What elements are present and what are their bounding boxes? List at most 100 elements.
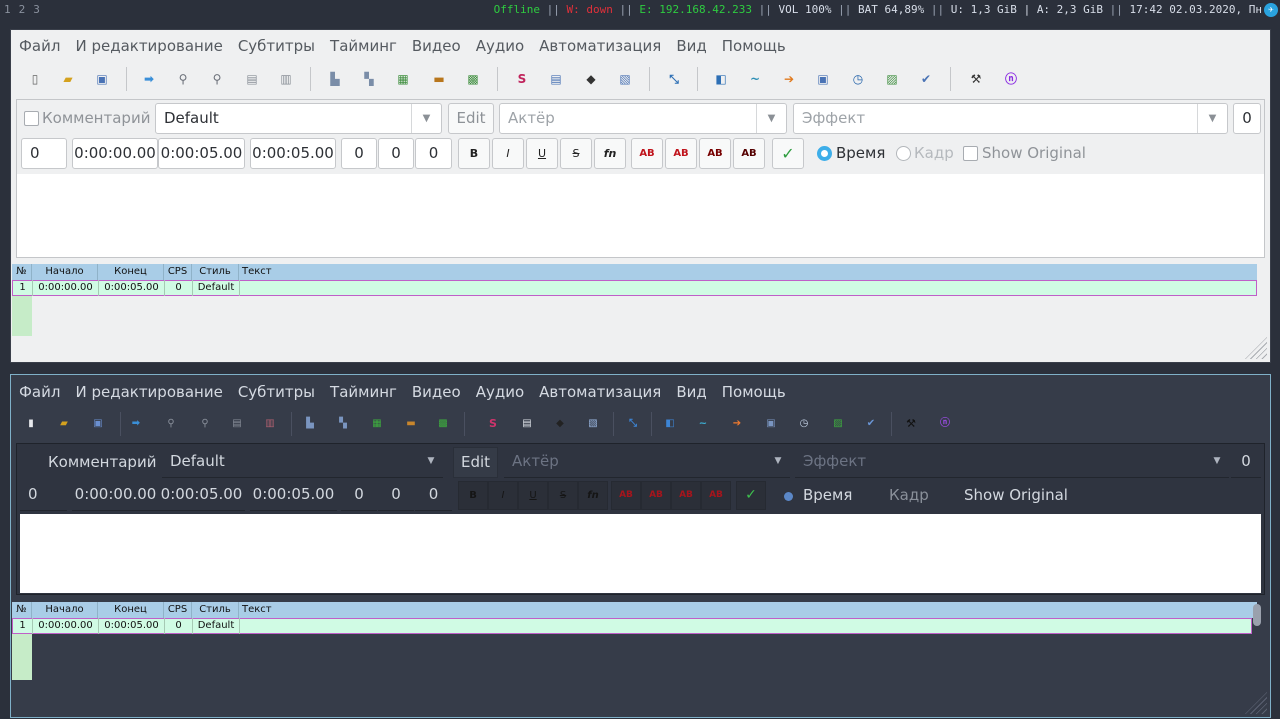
workspace-2[interactable]: 2 (19, 3, 26, 16)
shadow-color-button[interactable]: AB (733, 138, 765, 169)
edit-style-button[interactable]: Edit (448, 103, 494, 134)
translation-icon[interactable]: ▣ (813, 69, 833, 89)
menu-video[interactable]: Видео (412, 30, 461, 62)
actor-field[interactable]: Актёр ▼ (504, 447, 790, 478)
replace-icon[interactable]: ⚲ (207, 69, 227, 89)
timing-post-icon[interactable]: ~ (693, 414, 713, 434)
tag-icon[interactable]: ◆ (581, 69, 601, 89)
menu-help[interactable]: Помощь (722, 376, 786, 408)
automation-icon[interactable]: ✔ (916, 69, 936, 89)
options-icon[interactable]: ⚒ (901, 414, 921, 434)
margin-left-field[interactable]: 0 (341, 480, 377, 511)
workspace-1[interactable]: 1 (4, 3, 11, 16)
find-icon[interactable]: ⚲ (173, 69, 193, 89)
styling-assistant-icon[interactable]: ▨ (882, 69, 902, 89)
bold-button[interactable]: B (458, 138, 490, 169)
select-icon[interactable]: ▧ (583, 414, 603, 434)
find-icon[interactable]: ⚲ (161, 414, 181, 434)
menu-help[interactable]: Помощь (722, 30, 786, 62)
edit-style-button[interactable]: Edit (453, 447, 498, 478)
save-icon[interactable]: ▣ (92, 69, 112, 89)
open-folder-icon[interactable]: ▰ (58, 69, 78, 89)
table-row[interactable]: 1 0:00:00.00 0:00:05.00 0 Default (12, 618, 1252, 634)
actor-field[interactable]: Актёр ▼ (499, 103, 787, 134)
margin-right-field[interactable]: 0 (378, 138, 414, 169)
replace-icon[interactable]: ⚲ (195, 414, 215, 434)
duration-field[interactable]: 0:00:05.00 (250, 480, 337, 511)
menu-edit[interactable]: И редактирование (75, 30, 222, 62)
subtitle-text-area[interactable] (20, 514, 1261, 593)
subtitle-grid[interactable]: № Начало Конец CPS Стиль Текст 1 0:00:00… (12, 264, 1257, 336)
properties-icon[interactable]: ▤ (517, 414, 537, 434)
menu-file[interactable]: Файл (19, 30, 60, 62)
lua-icon[interactable]: ⓝ (935, 414, 955, 434)
start-time-field[interactable]: 0:00:00.00 (72, 480, 159, 511)
properties-icon[interactable]: ▤ (546, 69, 566, 89)
translation-icon[interactable]: ▣ (761, 414, 781, 434)
strikeout-button[interactable]: S (560, 138, 592, 169)
copy-icon[interactable]: ▤ (242, 69, 262, 89)
underline-button[interactable]: U (518, 481, 548, 510)
secondary-color-button[interactable]: AB (641, 481, 671, 510)
new-file-icon[interactable]: ▯ (25, 69, 45, 89)
menu-automation[interactable]: Автоматизация (539, 30, 661, 62)
secondary-color-button[interactable]: AB (665, 138, 697, 169)
menu-audio[interactable]: Аудио (476, 30, 524, 62)
margin-vert-field[interactable]: 0 (415, 480, 452, 511)
end-time-field[interactable]: 0:00:05.00 (158, 480, 245, 511)
menu-edit[interactable]: И редактирование (75, 376, 222, 408)
attachments-icon[interactable]: ▚ (359, 69, 379, 89)
frame-label[interactable]: Кадр (889, 480, 929, 511)
resolution-icon[interactable]: ◷ (848, 69, 868, 89)
new-file-icon[interactable]: ▮ (21, 414, 41, 434)
video-details-icon[interactable]: ▩ (463, 69, 483, 89)
open-folder-icon[interactable]: ▰ (54, 414, 74, 434)
style-manager-icon[interactable]: ▙ (325, 69, 345, 89)
show-original-label[interactable]: Show Original (964, 480, 1068, 511)
commit-button[interactable]: ✓ (736, 481, 766, 510)
fonts-icon[interactable]: ▦ (367, 414, 387, 434)
automation-icon[interactable]: ✔ (861, 414, 881, 434)
shadow-color-button[interactable]: AB (701, 481, 731, 510)
style-select[interactable]: Default ▼ (162, 447, 443, 478)
comment-checkbox[interactable] (24, 111, 39, 126)
spell-icon[interactable]: S (483, 414, 503, 434)
comment-label[interactable]: Комментарий (48, 447, 156, 478)
primary-color-button[interactable]: AB (631, 138, 663, 169)
menu-timing[interactable]: Тайминг (330, 30, 397, 62)
time-radio[interactable] (784, 492, 793, 501)
save-icon[interactable]: ▣ (88, 414, 108, 434)
paste-icon[interactable]: ▥ (260, 414, 280, 434)
table-row[interactable]: 1 0:00:00.00 0:00:05.00 0 Default (12, 280, 1257, 296)
tag-icon[interactable]: ◆ (550, 414, 570, 434)
primary-color-button[interactable]: AB (611, 481, 641, 510)
lua-icon[interactable]: ⓝ (1001, 69, 1021, 89)
spell-icon[interactable]: S (512, 69, 532, 89)
effect-field[interactable]: Эффект ▼ (795, 447, 1229, 478)
menu-timing[interactable]: Тайминг (330, 376, 397, 408)
font-button[interactable]: fn (578, 481, 608, 510)
duration-field[interactable]: 0:00:05.00 (250, 138, 336, 169)
underline-button[interactable]: U (526, 138, 558, 169)
kanji-timer-icon[interactable]: ➔ (779, 69, 799, 89)
select-icon[interactable]: ▧ (615, 69, 635, 89)
timing-post-icon[interactable]: ~ (745, 69, 765, 89)
layer-field[interactable]: 0 (20, 480, 67, 511)
menu-file[interactable]: Файл (19, 376, 60, 408)
workspace-3[interactable]: 3 (33, 3, 40, 16)
menu-audio[interactable]: Аудио (476, 376, 524, 408)
menu-subtitles[interactable]: Субтитры (238, 30, 315, 62)
resample-icon[interactable]: ⤡ (664, 69, 684, 89)
shift-times-icon[interactable]: ◧ (660, 414, 680, 434)
margin-right-field[interactable]: 0 (378, 480, 414, 511)
layer-field[interactable]: 0 (21, 138, 67, 169)
fonts-icon[interactable]: ▦ (393, 69, 413, 89)
grid-scrollbar[interactable] (1253, 604, 1261, 626)
resize-grip[interactable] (1245, 337, 1267, 359)
video-icon[interactable]: ▬ (429, 69, 449, 89)
menu-subtitles[interactable]: Субтитры (238, 376, 315, 408)
attachments-icon[interactable]: ▚ (333, 414, 353, 434)
italic-button[interactable]: I (488, 481, 518, 510)
kanji-timer-icon[interactable]: ➔ (727, 414, 747, 434)
italic-button[interactable]: I (492, 138, 524, 169)
